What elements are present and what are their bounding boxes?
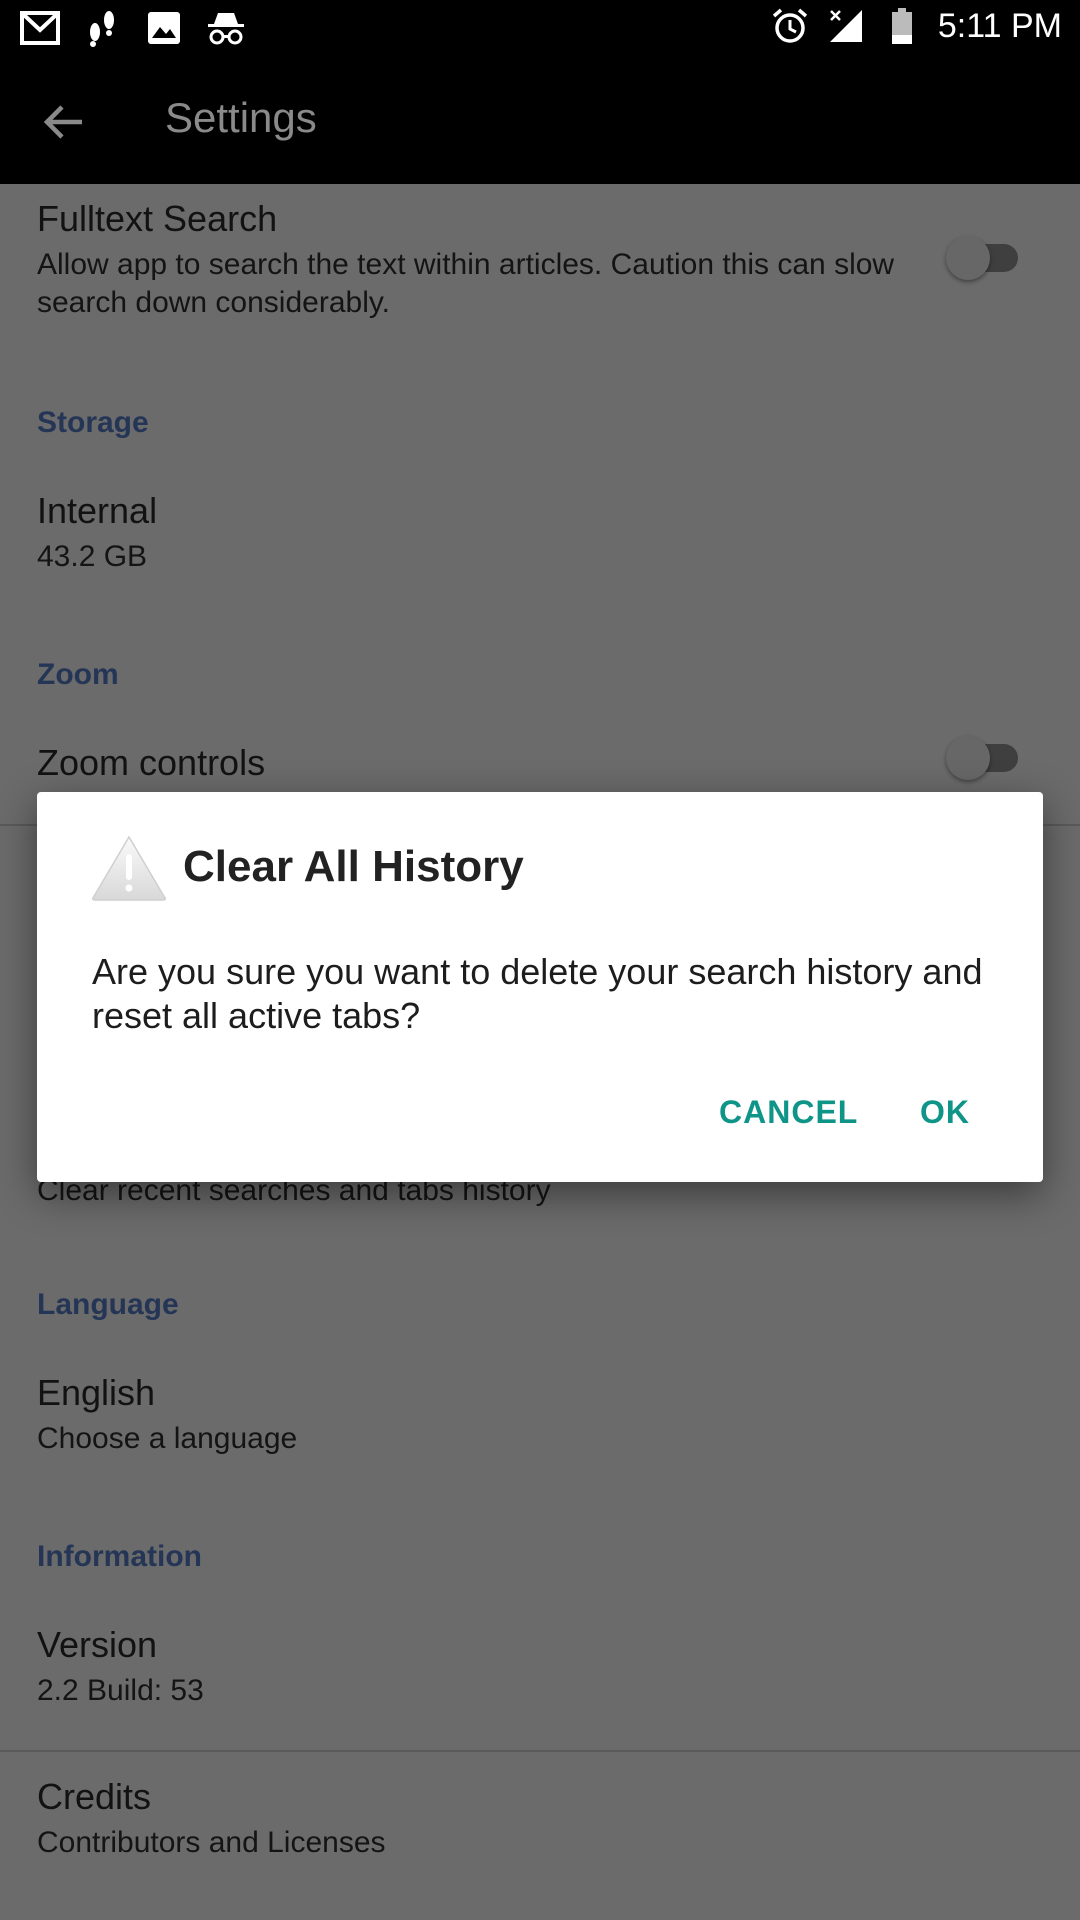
footsteps-icon xyxy=(82,8,122,48)
page-title: Settings xyxy=(165,94,317,141)
pref-title: English xyxy=(37,1372,156,1413)
pref-summary: 2.2 Build: 53 xyxy=(37,1674,204,1707)
pref-summary: Contributors and Licenses xyxy=(37,1826,386,1859)
gmail-icon xyxy=(20,8,60,48)
image-icon xyxy=(144,8,184,48)
battery-icon xyxy=(882,6,922,46)
pref-zoom-controls[interactable]: Zoom controls xyxy=(37,742,960,784)
pref-summary: 43.2 GB xyxy=(37,540,148,573)
fulltext-search-toggle[interactable] xyxy=(946,236,1018,280)
status-time: 5:11 PM xyxy=(937,6,1062,45)
dialog-title: Clear All History xyxy=(183,842,524,891)
pref-storage-internal[interactable]: Internal 43.2 GB xyxy=(37,490,960,576)
signal-icon xyxy=(826,6,866,46)
app-toolbar: Settings xyxy=(0,56,1080,184)
section-header-zoom: Zoom xyxy=(37,658,119,691)
pref-summary: Choose a language xyxy=(37,1422,298,1455)
pref-credits[interactable]: Credits Contributors and Licenses xyxy=(37,1776,960,1862)
pref-title: Zoom controls xyxy=(37,742,266,783)
warning-icon xyxy=(92,835,166,901)
status-bar: 5:11 PM xyxy=(0,0,1080,56)
back-arrow-icon xyxy=(43,105,82,139)
cancel-button[interactable]: CANCEL xyxy=(705,1084,872,1141)
zoom-controls-toggle[interactable] xyxy=(946,736,1018,780)
pref-title: Credits xyxy=(37,1776,152,1817)
clear-history-dialog: Clear All History Are you sure you want … xyxy=(37,792,1043,1182)
pref-language[interactable]: English Choose a language xyxy=(37,1372,960,1458)
section-header-information: Information xyxy=(37,1540,202,1573)
alarm-icon xyxy=(770,6,810,46)
pref-summary: Allow app to search the text within arti… xyxy=(37,248,895,319)
pref-fulltext-search[interactable]: Fulltext Search Allow app to search the … xyxy=(37,198,960,322)
pref-title: Fulltext Search xyxy=(37,198,278,239)
ok-button[interactable]: OK xyxy=(906,1084,984,1141)
toggle-knob xyxy=(946,236,990,280)
toggle-knob xyxy=(946,736,990,780)
section-header-storage: Storage xyxy=(37,406,149,439)
back-button[interactable] xyxy=(28,86,100,158)
pref-title: Internal xyxy=(37,490,158,531)
incognito-icon xyxy=(206,8,246,48)
dialog-message: Are you sure you want to delete your sea… xyxy=(92,951,983,1036)
pref-title: Version xyxy=(37,1624,158,1665)
section-header-language: Language xyxy=(37,1288,179,1321)
divider xyxy=(0,1750,1080,1752)
pref-version[interactable]: Version 2.2 Build: 53 xyxy=(37,1624,960,1710)
